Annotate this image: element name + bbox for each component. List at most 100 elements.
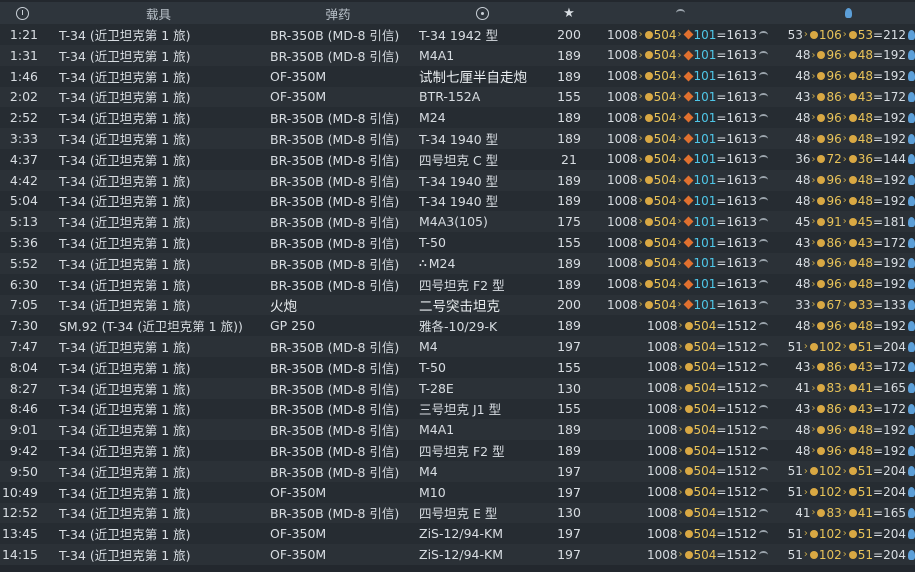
table-row[interactable]: 7:05 T-34 (近卫坦克第 1 旅) 火炮 二号突击坦克 200 1008 › 504 ›…	[0, 294, 915, 316]
plus-arrow-icon: ›	[638, 174, 643, 186]
row-target-name: M4	[419, 463, 438, 479]
header-silver[interactable]	[590, 2, 768, 24]
table-row[interactable]: 8:27 T-34 (近卫坦克第 1 旅) BR-350B (MD-8 引信) T-2…	[0, 377, 915, 399]
table-row[interactable]: 3:33 T-34 (近卫坦克第 1 旅) BR-350B (MD-8 引信) T-3…	[0, 128, 915, 149]
research-total: =192	[873, 193, 906, 208]
plus-arrow-icon: ›	[638, 195, 643, 207]
header-research[interactable]	[780, 2, 915, 24]
plus-arrow-icon: ›	[842, 112, 847, 124]
research-bonus-icon	[809, 550, 818, 559]
row-silver-reward: 1008 › 504 › 101 =1613	[590, 24, 768, 45]
silver-base: 1008	[646, 360, 678, 375]
table-row[interactable]: 2:52 T-34 (近卫坦克第 1 旅) BR-350B (MD-8 引信) M24…	[0, 107, 915, 129]
table-row[interactable]: 8:04 T-34 (近卫坦克第 1 旅) BR-350B (MD-8 引信) T-5…	[0, 357, 915, 378]
research-bonus-icon	[809, 467, 818, 476]
table-row[interactable]: 12:52 T-34 (近卫坦克第 1 旅) BR-350B (MD-8 引信) 四号…	[0, 502, 915, 524]
table-row[interactable]: 13:45 T-34 (近卫坦克第 1 旅) OF-350M ZiS-12/94-KM…	[0, 523, 915, 545]
table-row[interactable]: 8:46 T-34 (近卫坦克第 1 旅) BR-350B (MD-8 引信) 三号坦…	[0, 398, 915, 420]
crosshair-icon	[475, 6, 489, 20]
silver-bonus-icon	[684, 529, 693, 538]
research-premium: 36	[857, 152, 874, 167]
research-bonus-icon	[817, 363, 826, 372]
row-research-reward: 53 › 106 › 53 =212	[780, 24, 915, 45]
research-bonus: 86	[826, 235, 842, 250]
silver-bonus: 504	[653, 277, 677, 292]
research-base: 51	[787, 526, 803, 541]
row-time: 8:27	[9, 380, 38, 396]
table-row[interactable]: 14:15 T-34 (近卫坦克第 1 旅) OF-350M ZiS-12/94-KM…	[0, 544, 915, 565]
plus-arrow-icon: ›	[677, 299, 682, 311]
plus-arrow-icon: ›	[677, 195, 682, 207]
research-premium-icon	[848, 155, 857, 164]
research-premium: 43	[857, 360, 874, 375]
table-row[interactable]: 5:52 T-34 (近卫坦克第 1 旅) BR-350B (MD-8 引信) ⛬ M2…	[0, 253, 915, 274]
table-row[interactable]: 2:02 T-34 (近卫坦克第 1 旅) OF-350M BTR-152A 155 10…	[0, 86, 915, 108]
row-vehicle: T-34 (近卫坦克第 1 旅)	[59, 340, 191, 356]
row-score: 189	[557, 193, 581, 209]
research-premium: 48	[857, 422, 874, 437]
research-premium-icon	[848, 425, 857, 434]
row-vehicle: T-34 (近卫坦克第 1 旅)	[59, 90, 191, 106]
lightbulb-icon	[908, 341, 915, 352]
header-ammo[interactable]: 弹药	[268, 2, 408, 24]
table-row[interactable]: 10:49 T-34 (近卫坦克第 1 旅) OF-350M M10 197 1008 › 5…	[0, 481, 915, 503]
row-target: 雅各-10/29-K	[417, 315, 547, 336]
silver-bonus-icon	[644, 134, 653, 143]
silver-premium: 101	[693, 297, 717, 312]
research-premium: 51	[857, 547, 874, 562]
plus-arrow-icon: ›	[811, 49, 816, 61]
plus-arrow-icon: ›	[842, 486, 847, 498]
plus-arrow-icon: ›	[678, 361, 683, 373]
plus-arrow-icon: ›	[677, 257, 682, 269]
header-time[interactable]	[0, 2, 44, 24]
row-time: 5:04	[9, 193, 38, 209]
table-row[interactable]: 7:47 T-34 (近卫坦克第 1 旅) BR-350B (MD-8 引信) M4 1…	[0, 336, 915, 357]
row-ammo: BR-350B (MD-8 引信)	[270, 340, 400, 356]
row-ammo: BR-350B (MD-8 引信)	[270, 215, 400, 231]
research-bonus: 106	[818, 27, 842, 42]
research-bonus-icon	[817, 155, 826, 164]
plus-arrow-icon: ›	[638, 153, 643, 165]
plus-arrow-icon: ›	[803, 465, 808, 477]
header-score[interactable]: ★	[551, 2, 587, 24]
header-vehicle[interactable]: 载具	[57, 2, 260, 24]
table-row[interactable]: 5:36 T-34 (近卫坦克第 1 旅) BR-350B (MD-8 引信) T-5…	[0, 232, 915, 253]
plus-arrow-icon: ›	[842, 278, 847, 290]
eagle-icon	[675, 9, 685, 17]
lightbulb-icon	[845, 8, 852, 18]
row-target: M4A1	[417, 419, 547, 440]
table-row[interactable]: 6:30 T-34 (近卫坦克第 1 旅) BR-350B (MD-8 引信) 四号坦…	[0, 273, 915, 295]
research-premium: 48	[857, 193, 874, 208]
table-row[interactable]: 4:42 T-34 (近卫坦克第 1 旅) BR-350B (MD-8 引信) T-3…	[0, 169, 915, 191]
lightbulb-icon	[908, 133, 915, 144]
silver-premium: 101	[693, 131, 717, 146]
research-premium: 41	[857, 381, 874, 396]
silver-total: =1512	[716, 526, 757, 541]
plus-arrow-icon: ›	[803, 341, 808, 353]
table-row[interactable]: 9:42 T-34 (近卫坦克第 1 旅) BR-350B (MD-8 引信) 四号坦…	[0, 440, 915, 461]
silver-bonus: 504	[653, 131, 677, 146]
table-row[interactable]: 9:50 T-34 (近卫坦克第 1 旅) BR-350B (MD-8 引信) M4 1…	[0, 461, 915, 482]
research-total: =192	[873, 173, 906, 188]
table-row[interactable]: 5:13 T-34 (近卫坦克第 1 旅) BR-350B (MD-8 引信) M4A…	[0, 211, 915, 233]
star-icon: ★	[563, 5, 575, 21]
research-bonus-icon	[809, 529, 818, 538]
table-row[interactable]: 1:21 T-34 (近卫坦克第 1 旅) BR-350B (MD-8 引信) T-3…	[0, 24, 915, 45]
row-ammo: BR-350B (MD-8 引信)	[270, 152, 400, 168]
table-row[interactable]: 5:04 T-34 (近卫坦克第 1 旅) BR-350B (MD-8 引信) T-3…	[0, 190, 915, 212]
plus-arrow-icon: ›	[811, 237, 816, 249]
table-row[interactable]: 7:30 SM.92 (T-34 (近卫坦克第 1 旅)) GP 250 雅各-10/…	[0, 315, 915, 337]
table-row[interactable]: 1:46 T-34 (近卫坦克第 1 旅) OF-350M 试制七厘半自走炮 189 10…	[0, 65, 915, 87]
lightbulb-icon	[908, 258, 915, 269]
table-row[interactable]: 1:31 T-34 (近卫坦克第 1 旅) BR-350B (MD-8 引信) M4A…	[0, 45, 915, 66]
row-target-name: T-34 1942 型	[419, 28, 499, 44]
plus-arrow-icon: ›	[842, 70, 847, 82]
lightbulb-icon	[908, 403, 915, 414]
research-premium: 48	[857, 131, 874, 146]
table-row[interactable]: 4:37 T-34 (近卫坦克第 1 旅) BR-350B (MD-8 引信) 四号坦…	[0, 149, 915, 170]
table-row[interactable]: 9:01 T-34 (近卫坦克第 1 旅) BR-350B (MD-8 引信) M4A…	[0, 419, 915, 441]
plus-arrow-icon: ›	[842, 195, 847, 207]
silver-total: =1613	[716, 89, 757, 104]
lightbulb-icon	[908, 91, 915, 102]
header-target[interactable]	[417, 2, 547, 24]
